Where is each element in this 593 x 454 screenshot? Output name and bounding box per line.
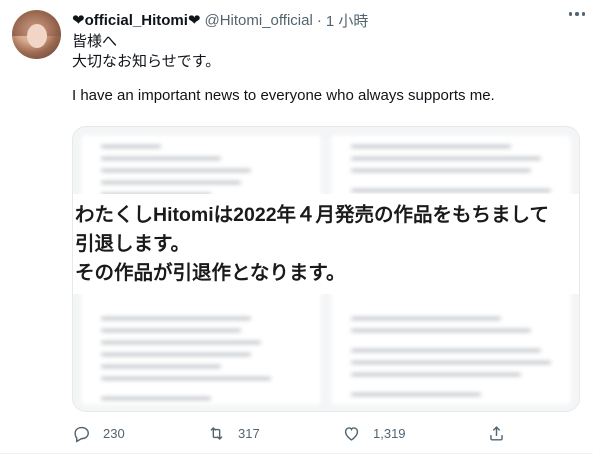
tweet-text-line: 皆様へ — [72, 33, 118, 50]
announcement-line: わたくしHitomiは2022年４月発売の作品をもちまして — [75, 204, 549, 226]
avatar[interactable] — [12, 10, 61, 59]
retweet-count: 317 — [238, 425, 260, 441]
reply-button[interactable]: 230 — [72, 424, 207, 443]
retweet-icon — [210, 426, 223, 440]
share-button[interactable] — [487, 424, 506, 443]
tweet-text-line: 大切なお知らせです。 — [72, 53, 221, 70]
tweet-card[interactable]: ❤official_Hitomi❤ @Hitomi_official · 1 小… — [0, 0, 593, 454]
tweet-actions: 230 317 1,319 — [72, 420, 512, 446]
reply-icon — [74, 426, 89, 443]
timestamp[interactable]: 1 小時 — [326, 10, 369, 31]
retweet-button[interactable]: 317 — [207, 424, 342, 443]
reply-count: 230 — [103, 425, 125, 441]
announcement-text: わたくしHitomiは2022年４月発売の作品をもちまして 引退します。 その作… — [73, 201, 579, 288]
separator-dot: · — [316, 11, 322, 29]
user-handle[interactable]: @Hitomi_official — [204, 12, 312, 29]
tweet-content: ❤official_Hitomi❤ @Hitomi_official · 1 小… — [72, 10, 582, 106]
heart-icon — [344, 426, 359, 441]
like-count: 1,319 — [373, 425, 406, 441]
tweet-text-line: I have an important news to everyone who… — [72, 87, 495, 104]
tweet-image[interactable]: わたくしHitomiは2022年４月発売の作品をもちまして 引退します。 その作… — [72, 126, 580, 412]
more-options-icon[interactable] — [568, 12, 585, 16]
tweet-text: 皆様へ 大切なお知らせです。 I have an important news … — [72, 32, 582, 106]
announcement-line: 引退します。 — [75, 233, 191, 255]
share-icon — [490, 425, 503, 441]
tweet-header: ❤official_Hitomi❤ @Hitomi_official · 1 小… — [72, 10, 582, 30]
announcement-line: その作品が引退作となります。 — [75, 262, 346, 284]
display-name[interactable]: ❤official_Hitomi❤ — [72, 11, 200, 29]
like-button[interactable]: 1,319 — [342, 424, 487, 443]
avatar-face — [27, 24, 47, 48]
